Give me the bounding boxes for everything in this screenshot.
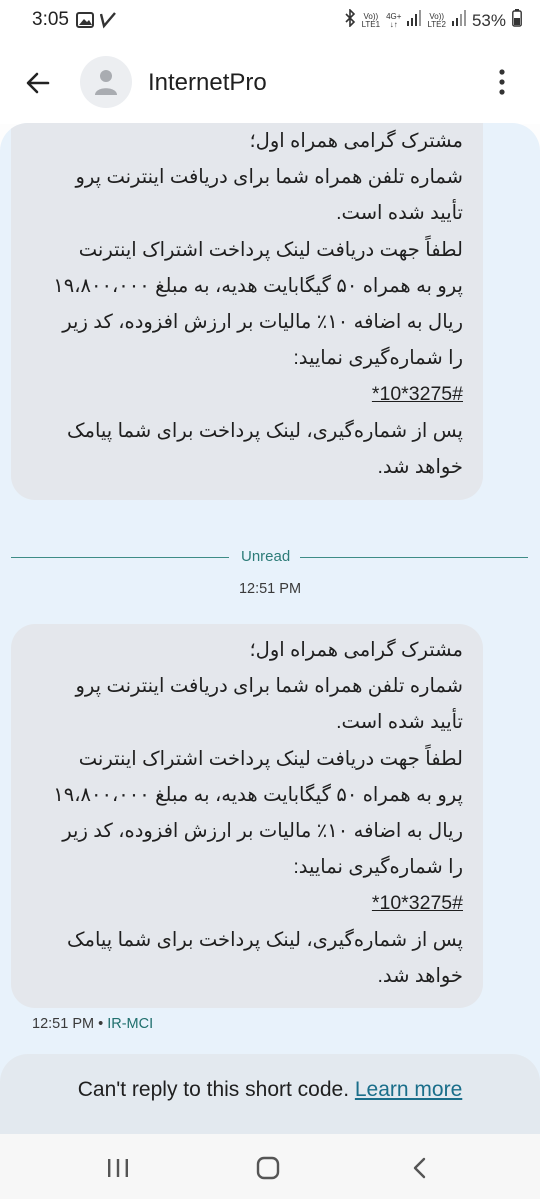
- message-line: تأیید شده است.: [336, 711, 463, 734]
- message-line: لطفاً جهت دریافت لینک پرداخت اشتراک اینت…: [78, 747, 463, 770]
- battery-percent: 53%: [471, 10, 506, 30]
- avatar[interactable]: [80, 56, 132, 108]
- conversation-title: InternetPro: [148, 69, 267, 96]
- message-line: شماره تلفن همراه شما برای دریافت اینترنت…: [75, 675, 463, 698]
- conversation-area[interactable]: مشترک گرامی همراه اول؛ شماره تلفن همراه …: [0, 123, 540, 1134]
- bluetooth-icon: [344, 8, 356, 32]
- message-line: پس از شماره‌گیری، لینک پرداخت برای شما پ…: [67, 928, 463, 951]
- learn-more-link[interactable]: Learn more: [355, 1078, 462, 1101]
- message-line: پرو به همراه ۵۰ گیگابایت هدیه، به مبلغ ۱…: [53, 783, 463, 806]
- network-indicator: 4G+ ↓↑: [386, 11, 402, 29]
- ussd-code-link[interactable]: *10*3275#: [372, 885, 463, 921]
- check-icon: [99, 11, 116, 34]
- unread-label: Unread: [241, 548, 291, 565]
- message-line: تأیید شده است.: [336, 202, 463, 225]
- message-line: پس از شماره‌گیری، لینک پرداخت برای شما پ…: [67, 419, 463, 442]
- message-time: 12:51 PM: [32, 1016, 95, 1032]
- message-line: خواهد شد.: [377, 455, 463, 478]
- battery-icon: [512, 9, 522, 32]
- unread-divider: Unread: [11, 548, 528, 568]
- message-line: مشترک گرامی همراه اول؛: [249, 639, 463, 661]
- image-icon: [76, 11, 94, 34]
- message-line: ریال به اضافه ۱۰٪ مالیات بر ارزش افزوده،…: [62, 820, 463, 843]
- sim2-indicator: Vo)) LTE2: [427, 11, 446, 29]
- signal-icon: [451, 10, 466, 31]
- reply-disabled-text: Can't reply to this short code.: [77, 1078, 350, 1101]
- time-separator: 12:51 PM: [238, 581, 302, 597]
- back-arrow-icon[interactable]: [22, 67, 54, 99]
- message-line: شماره تلفن همراه شما برای دریافت اینترنت…: [75, 166, 463, 189]
- message-bubble[interactable]: مشترک گرامی همراه اول؛ شماره تلفن همراه …: [11, 624, 483, 1008]
- message-line: را شماره‌گیری نمایید:: [293, 347, 463, 370]
- person-icon: [94, 68, 118, 101]
- ussd-code-link[interactable]: *10*3275#: [372, 376, 463, 412]
- message-line: لطفاً جهت دریافت لینک پرداخت اشتراک اینت…: [78, 238, 463, 261]
- message-line: خواهد شد.: [377, 964, 463, 987]
- back-nav-icon[interactable]: [403, 1154, 437, 1182]
- message-meta: 12:51 PM • IR-MCI: [32, 1016, 153, 1032]
- message-bubble[interactable]: مشترک گرامی همراه اول؛ شماره تلفن همراه …: [11, 123, 483, 500]
- message-line: را شماره‌گیری نمایید:: [293, 856, 463, 879]
- recents-icon[interactable]: [101, 1154, 135, 1182]
- more-vert-icon[interactable]: [492, 67, 512, 97]
- home-icon[interactable]: [251, 1154, 285, 1182]
- sim1-indicator: Vo)) LTE1: [361, 11, 381, 29]
- reply-panel: Can't reply to this short code. Learn mo…: [0, 1054, 540, 1134]
- signal-icon: [407, 10, 422, 31]
- message-line: ریال به اضافه ۱۰٪ مالیات بر ارزش افزوده،…: [62, 311, 463, 334]
- message-line: پرو به همراه ۵۰ گیگابایت هدیه، به مبلغ ۱…: [53, 274, 463, 297]
- sender-id: IR-MCI: [107, 1016, 154, 1032]
- meta-separator: •: [98, 1016, 104, 1032]
- navigation-bar: [0, 1134, 540, 1199]
- message-line: مشترک گرامی همراه اول؛: [249, 130, 463, 152]
- status-time: 3:05: [32, 9, 69, 30]
- status-bar: 3:05 Vo)) LTE1 4G+ ↓↑ Vo)) LTE2 53%: [0, 0, 540, 40]
